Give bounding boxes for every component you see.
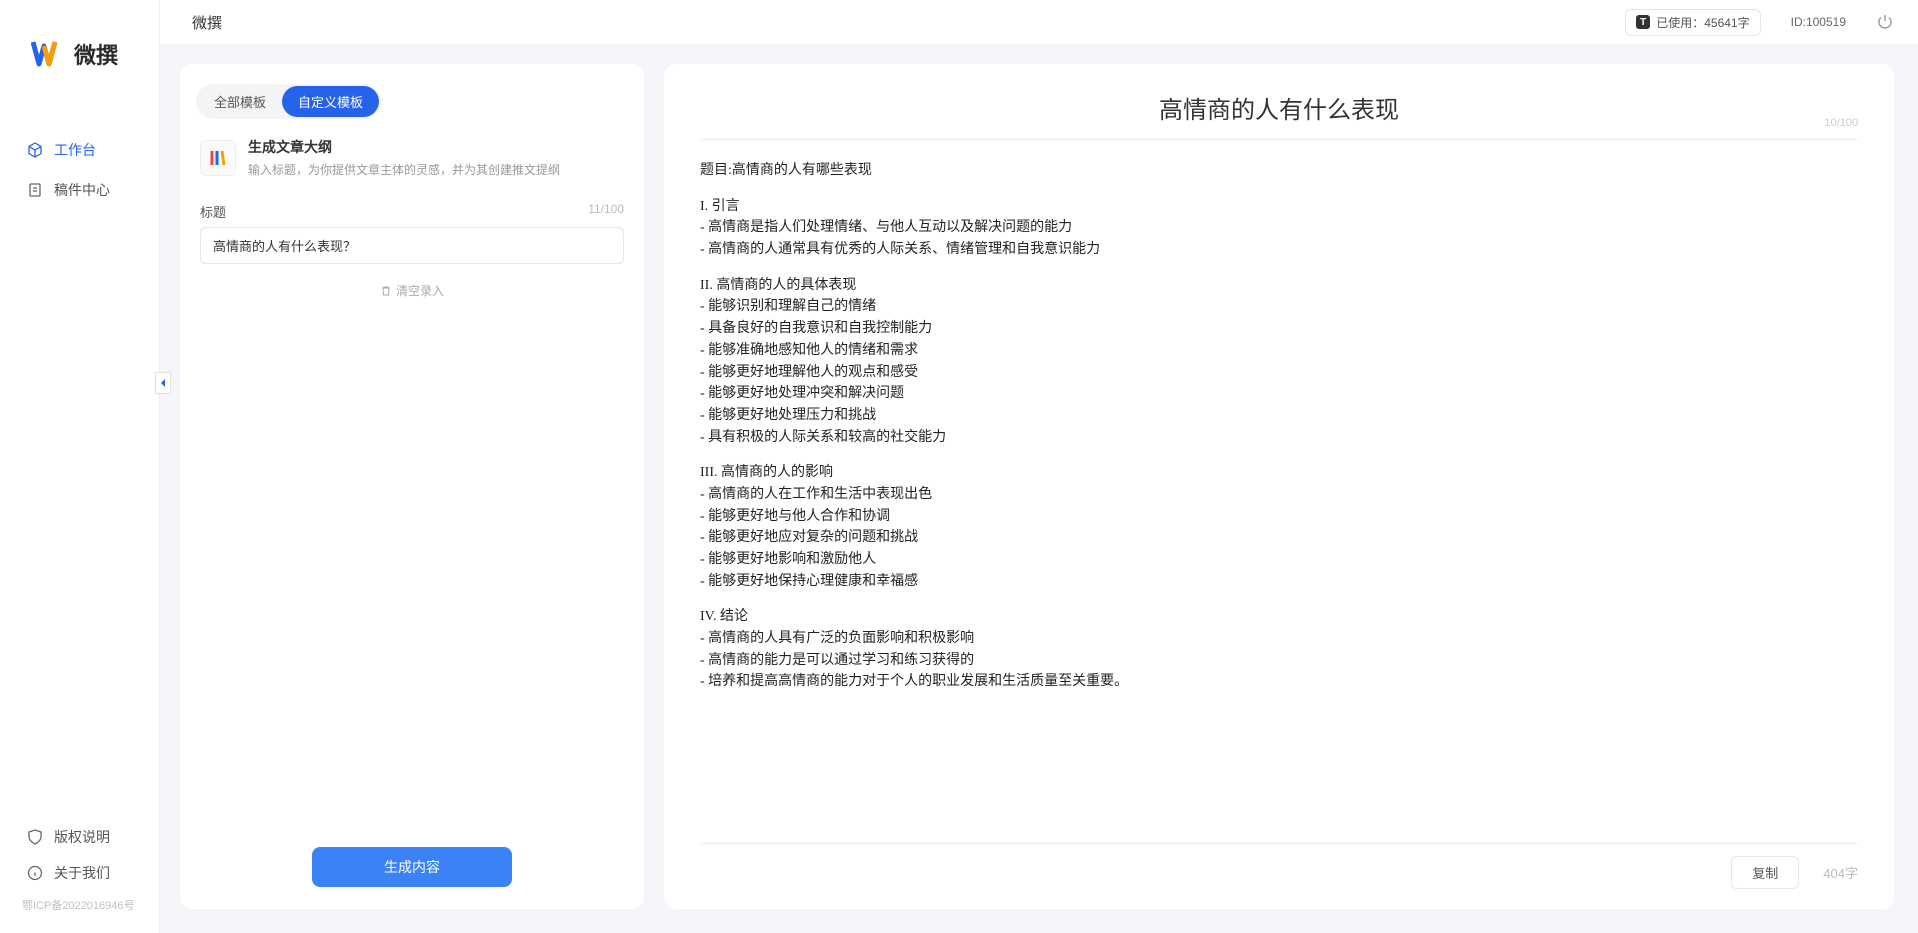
title-label: 标题	[200, 202, 226, 221]
sidebar-item-label: 关于我们	[54, 863, 110, 883]
output-line: - 高情商的人在工作和生活中表现出色	[700, 484, 1858, 506]
output-line: - 能够更好地保持心理健康和幸福感	[700, 571, 1858, 593]
output-line: - 高情商的能力是可以通过学习和练习获得的	[700, 650, 1858, 672]
output-line: - 高情商的人具有广泛的负面影响和积极影响	[700, 628, 1858, 650]
cube-icon	[26, 141, 44, 159]
main: 微撰 T 已使用： 45641字 ID:100519 全部模板 自定义模板	[160, 0, 1918, 933]
output-line: - 培养和提高高情商的能力对于个人的职业发展和生活质量至关重要。	[700, 671, 1858, 693]
output-line: - 能够识别和理解自己的情绪	[700, 296, 1858, 318]
output-title: 高情商的人有什么表现	[700, 90, 1858, 125]
output-line: - 能够更好地处理压力和挑战	[700, 405, 1858, 427]
topbar: 微撰 T 已使用： 45641字 ID:100519	[160, 0, 1918, 44]
logo-icon	[30, 39, 66, 69]
trash-icon	[380, 285, 392, 297]
logo-text: 微撰	[74, 38, 118, 70]
document-icon	[26, 181, 44, 199]
output-line: I. 引言	[700, 196, 1858, 218]
word-count: 404字	[1823, 863, 1858, 882]
sidebar-item-manuscripts[interactable]: 稿件中心	[0, 170, 159, 210]
template-icon	[200, 140, 236, 176]
shield-icon	[26, 828, 44, 846]
output-line: III. 高情商的人的影响	[700, 462, 1858, 484]
output-line: - 能够更好地理解他人的观点和感受	[700, 362, 1858, 384]
sidebar-item-label: 稿件中心	[54, 180, 110, 200]
power-icon[interactable]	[1876, 13, 1894, 31]
sidebar-item-workbench[interactable]: 工作台	[0, 130, 159, 170]
output-line: II. 高情商的人的具体表现	[700, 275, 1858, 297]
tab-custom-templates[interactable]: 自定义模板	[282, 86, 379, 117]
form-section: 标题 11/100 清空录入	[180, 192, 644, 299]
output-line: - 能够更好地应对复杂的问题和挑战	[700, 527, 1858, 549]
template-desc: 输入标题，为你提供文章主体的灵感，并为其创建推文提纲	[248, 161, 560, 178]
output-line: - 能够更好地影响和激励他人	[700, 549, 1858, 571]
sidebar-item-label: 版权说明	[54, 827, 110, 847]
template-card: 生成文章大纲 输入标题，为你提供文章主体的灵感，并为其创建推文提纲	[180, 119, 644, 192]
text-badge-icon: T	[1636, 15, 1650, 29]
sidebar-collapse-handle[interactable]	[155, 372, 171, 394]
output-line: IV. 结论	[700, 606, 1858, 628]
template-title: 生成文章大纲	[248, 137, 560, 157]
output-line: - 能够准确地感知他人的情绪和需求	[700, 340, 1858, 362]
chevron-left-icon	[159, 378, 167, 388]
sidebar-bottom: 版权说明 关于我们 鄂ICP备2022016946号	[0, 819, 159, 923]
sidebar-item-copyright[interactable]: 版权说明	[0, 819, 159, 855]
sidebar-item-label: 工作台	[54, 140, 96, 160]
output-counter: 10/100	[1824, 117, 1858, 129]
copy-button[interactable]: 复制	[1731, 856, 1799, 889]
title-counter: 11/100	[588, 202, 624, 221]
output-body[interactable]: 题目:高情商的人有哪些表现 I. 引言- 高情商是指人们处理情绪、与他人互动以及解…	[700, 140, 1858, 693]
generate-button[interactable]: 生成内容	[312, 847, 512, 887]
output-panel: 高情商的人有什么表现 10/100 题目:高情商的人有哪些表现I. 引言- 高情…	[664, 64, 1894, 909]
info-icon	[26, 864, 44, 882]
output-line: - 能够更好地处理冲突和解决问题	[700, 383, 1858, 405]
sidebar-nav: 工作台 稿件中心	[0, 130, 159, 819]
output-footer: 复制 404字	[700, 843, 1858, 889]
output-line: - 具备良好的自我意识和自我控制能力	[700, 318, 1858, 340]
page-title: 微撰	[192, 12, 222, 33]
output-line: - 具有积极的人际关系和较高的社交能力	[700, 427, 1858, 449]
usage-value: 45641字	[1704, 14, 1749, 31]
clear-label: 清空录入	[396, 282, 444, 299]
tab-all-templates[interactable]: 全部模板	[198, 86, 282, 117]
output-line: 题目:高情商的人有哪些表现	[700, 160, 1858, 182]
usage-label: 已使用：	[1656, 14, 1704, 31]
user-id: ID:100519	[1791, 15, 1846, 29]
content: 全部模板 自定义模板 生成文章大纲 输入标题，为你提供文章主体的灵感，并为其创建…	[160, 44, 1918, 933]
sidebar-item-about[interactable]: 关于我们	[0, 855, 159, 891]
title-input[interactable]	[200, 227, 624, 264]
input-panel: 全部模板 自定义模板 生成文章大纲 输入标题，为你提供文章主体的灵感，并为其创建…	[180, 64, 644, 909]
usage-pill[interactable]: T 已使用： 45641字	[1625, 9, 1760, 36]
output-line: - 高情商的人通常具有优秀的人际关系、情绪管理和自我意识能力	[700, 239, 1858, 261]
template-tabs: 全部模板 自定义模板	[196, 84, 381, 119]
output-line: - 高情商是指人们处理情绪、与他人互动以及解决问题的能力	[700, 217, 1858, 239]
sidebar: 微撰 工作台 稿件中心	[0, 0, 160, 933]
output-line: - 能够更好地与他人合作和协调	[700, 506, 1858, 528]
output-header: 高情商的人有什么表现 10/100	[700, 90, 1858, 140]
clear-input-button[interactable]: 清空录入	[200, 282, 624, 299]
icp-text: 鄂ICP备2022016946号	[0, 891, 159, 923]
app-logo: 微撰	[0, 0, 159, 90]
